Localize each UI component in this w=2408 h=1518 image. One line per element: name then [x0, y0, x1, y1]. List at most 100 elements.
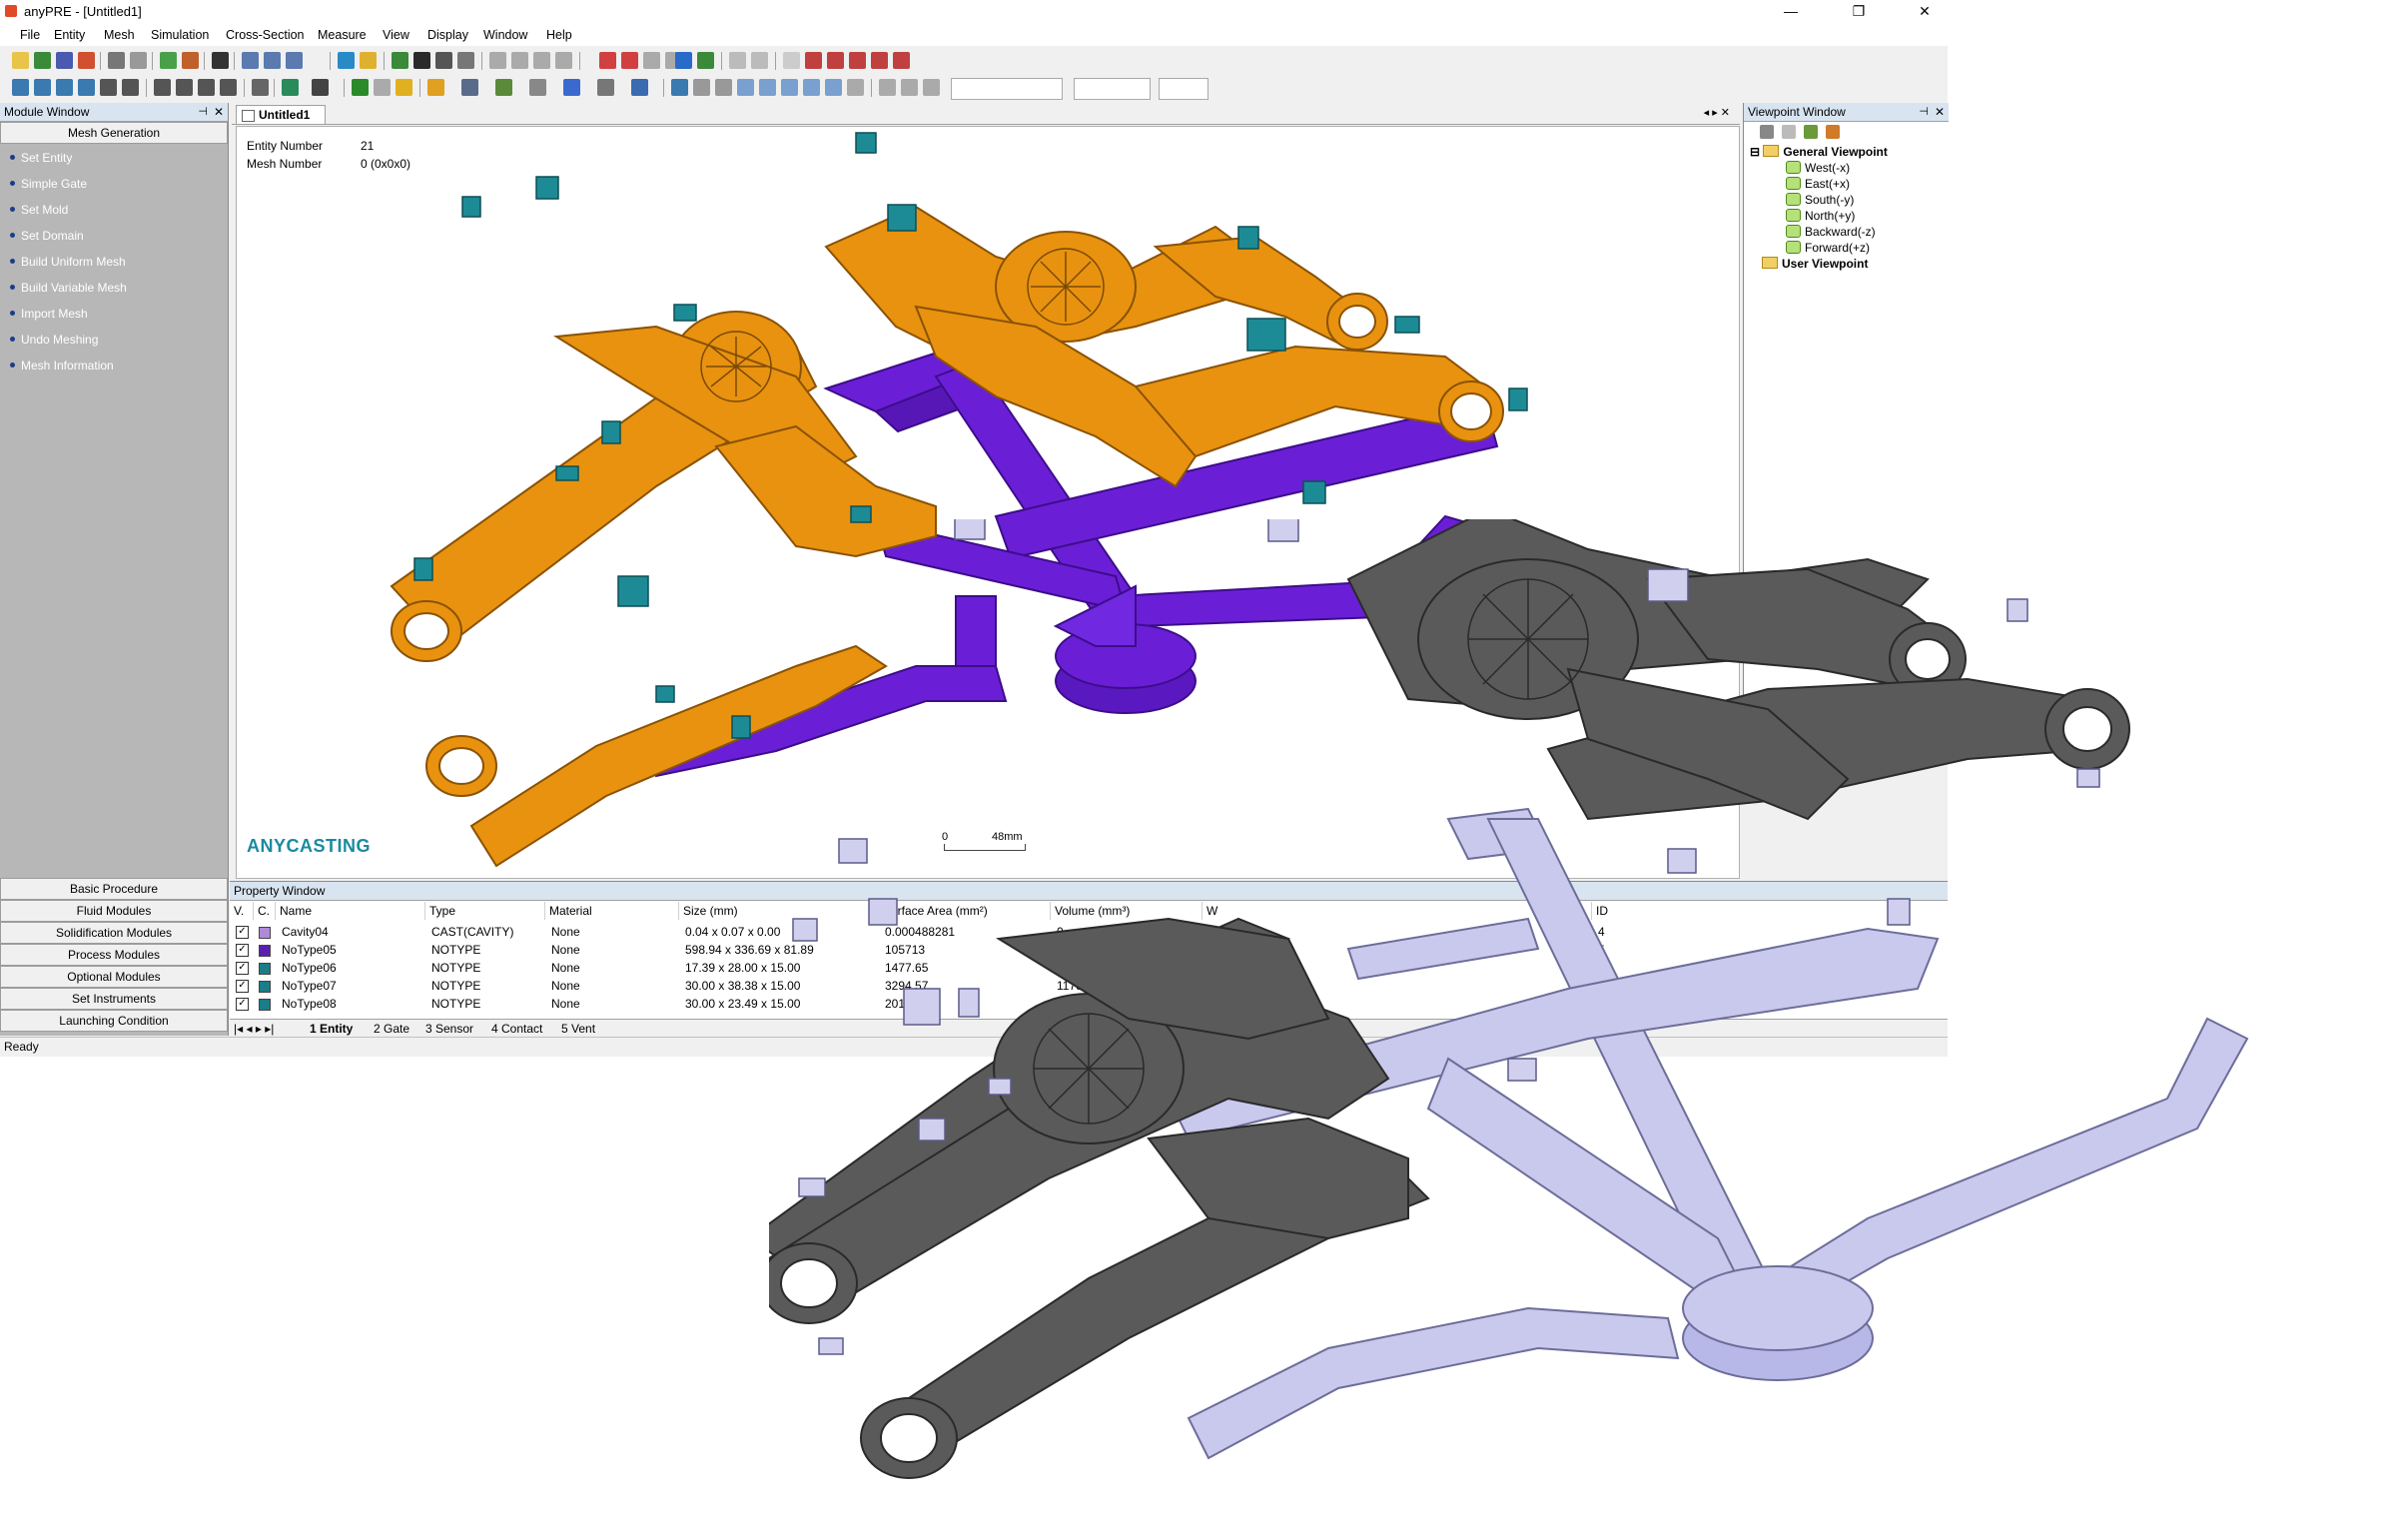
- snap-icon[interactable]: [729, 52, 746, 69]
- new-file-icon[interactable]: [12, 52, 29, 69]
- visible-checkbox[interactable]: ✓: [236, 998, 249, 1011]
- module-item[interactable]: Undo Meshing: [10, 333, 98, 347]
- view-right-icon[interactable]: [737, 79, 754, 96]
- visible-checkbox[interactable]: ✓: [236, 962, 249, 975]
- col-type[interactable]: Type: [425, 902, 545, 920]
- solidification-modules-button[interactable]: Solidification Modules: [0, 922, 228, 944]
- view-bottom-icon[interactable]: [781, 79, 798, 96]
- wire-shade-icon[interactable]: [374, 79, 391, 96]
- color-swatch[interactable]: [259, 999, 271, 1011]
- col-visible[interactable]: V.: [230, 902, 254, 920]
- section-mesh-generation[interactable]: Mesh Generation: [0, 122, 228, 144]
- tree-view-west[interactable]: West(-x): [1786, 161, 1850, 175]
- select-icon[interactable]: [599, 52, 616, 69]
- tab-untitled1[interactable]: Untitled1: [236, 105, 326, 124]
- tree-view-east[interactable]: East(+x): [1786, 177, 1850, 191]
- menu-window[interactable]: Window: [483, 28, 527, 42]
- color-swatch[interactable]: [259, 927, 271, 939]
- tilt-icon[interactable]: [198, 79, 215, 96]
- measure-distance-icon[interactable]: [827, 52, 844, 69]
- combo-field-3[interactable]: [1159, 78, 1208, 100]
- table-icon[interactable]: [511, 52, 528, 69]
- set-instruments-button[interactable]: Set Instruments: [0, 988, 228, 1010]
- mesh-info-icon[interactable]: [457, 52, 474, 69]
- menu-entity[interactable]: Entity: [54, 28, 85, 42]
- tree-view-south[interactable]: South(-y): [1786, 193, 1854, 207]
- close-icon[interactable]: ✕: [1935, 103, 1945, 121]
- edit-viewpoint-icon[interactable]: [1826, 125, 1840, 139]
- module-item[interactable]: Mesh Information: [10, 359, 114, 373]
- module-item[interactable]: Set Entity: [10, 151, 72, 165]
- view-iso-icon[interactable]: [803, 79, 820, 96]
- menu-measure[interactable]: Measure: [318, 28, 367, 42]
- entity-icon[interactable]: [392, 52, 408, 69]
- xyz-icon[interactable]: [783, 52, 800, 69]
- print-preview-icon[interactable]: [130, 52, 147, 69]
- measure-line-icon[interactable]: [805, 52, 822, 69]
- group-icon[interactable]: [413, 52, 430, 69]
- color-swatch[interactable]: [259, 963, 271, 975]
- mesh-icon[interactable]: [435, 52, 452, 69]
- menu-mesh[interactable]: Mesh: [104, 28, 135, 42]
- tree-view-north[interactable]: North(+y): [1786, 209, 1855, 223]
- tree-view-forward[interactable]: Forward(+z): [1786, 241, 1870, 255]
- viewpoint-icon[interactable]: [282, 79, 299, 96]
- layout-3-icon[interactable]: [286, 52, 303, 69]
- view-top-icon[interactable]: [759, 79, 776, 96]
- solid-shade-icon[interactable]: [352, 79, 369, 96]
- animation-icon[interactable]: [923, 79, 940, 96]
- perspective-icon[interactable]: [879, 79, 896, 96]
- sheet-nav-icon[interactable]: |◂ ◂ ▸ ▸|: [234, 1022, 274, 1036]
- export-icon[interactable]: [182, 52, 199, 69]
- material-icon[interactable]: [461, 79, 478, 96]
- visible-checkbox[interactable]: ✓: [236, 980, 249, 993]
- close-button[interactable]: ✕: [1902, 0, 1948, 24]
- combo-field-1[interactable]: [951, 78, 1063, 100]
- visible-checkbox[interactable]: ✓: [236, 944, 249, 957]
- measure-angle-icon[interactable]: [849, 52, 866, 69]
- sheet-tab-contact[interactable]: 4 Contact: [491, 1022, 542, 1036]
- box-select-icon[interactable]: [621, 52, 638, 69]
- texture-icon[interactable]: [495, 79, 512, 96]
- view-back-icon[interactable]: [693, 79, 710, 96]
- col-name[interactable]: Name: [276, 902, 425, 920]
- visible-checkbox[interactable]: ✓: [236, 926, 249, 939]
- measure-area-icon[interactable]: [893, 52, 910, 69]
- transparency-icon[interactable]: [563, 79, 580, 96]
- clip-icon[interactable]: [631, 79, 648, 96]
- layout-1-icon[interactable]: [242, 52, 259, 69]
- tree-view-backward[interactable]: Backward(-z): [1786, 225, 1876, 239]
- rotate-icon[interactable]: [122, 79, 139, 96]
- reset-view-icon[interactable]: [220, 79, 237, 96]
- menu-simulation[interactable]: Simulation: [151, 28, 209, 42]
- zoom-fit-icon[interactable]: [78, 79, 95, 96]
- combo-field-2[interactable]: [1074, 78, 1151, 100]
- light-icon[interactable]: [396, 79, 412, 96]
- menu-cross-section[interactable]: Cross-Section: [226, 28, 305, 42]
- pin-icon[interactable]: ⊣: [1919, 103, 1929, 121]
- col-material[interactable]: Material: [545, 902, 679, 920]
- layout-2-icon[interactable]: [264, 52, 281, 69]
- print-icon[interactable]: [108, 52, 125, 69]
- view-fit-icon[interactable]: [825, 79, 842, 96]
- delete-viewpoint-icon[interactable]: [1782, 125, 1796, 139]
- maximize-button[interactable]: ❐: [1836, 0, 1882, 24]
- rotate-axis-icon[interactable]: [697, 52, 714, 69]
- visibility-icon[interactable]: [312, 79, 329, 96]
- measure-triangle-icon[interactable]: [871, 52, 888, 69]
- module-item[interactable]: Set Mold: [10, 203, 68, 217]
- add-viewpoint-icon[interactable]: [1760, 125, 1774, 139]
- view-front-icon[interactable]: [671, 79, 688, 96]
- lasso-icon[interactable]: [643, 52, 660, 69]
- menu-view[interactable]: View: [383, 28, 409, 42]
- axis-icon[interactable]: [675, 52, 692, 69]
- pin-icon[interactable]: ⊣: [198, 103, 208, 121]
- import-icon[interactable]: [160, 52, 177, 69]
- sheet-tab-vent[interactable]: 5 Vent: [561, 1022, 595, 1036]
- tree-general-viewpoint[interactable]: ⊟ General Viewpoint: [1750, 145, 1888, 159]
- roll-icon[interactable]: [176, 79, 193, 96]
- module-item[interactable]: Simple Gate: [10, 177, 87, 191]
- view-custom-icon[interactable]: [847, 79, 864, 96]
- col-color[interactable]: C.: [254, 902, 276, 920]
- close-icon[interactable]: ✕: [214, 103, 224, 121]
